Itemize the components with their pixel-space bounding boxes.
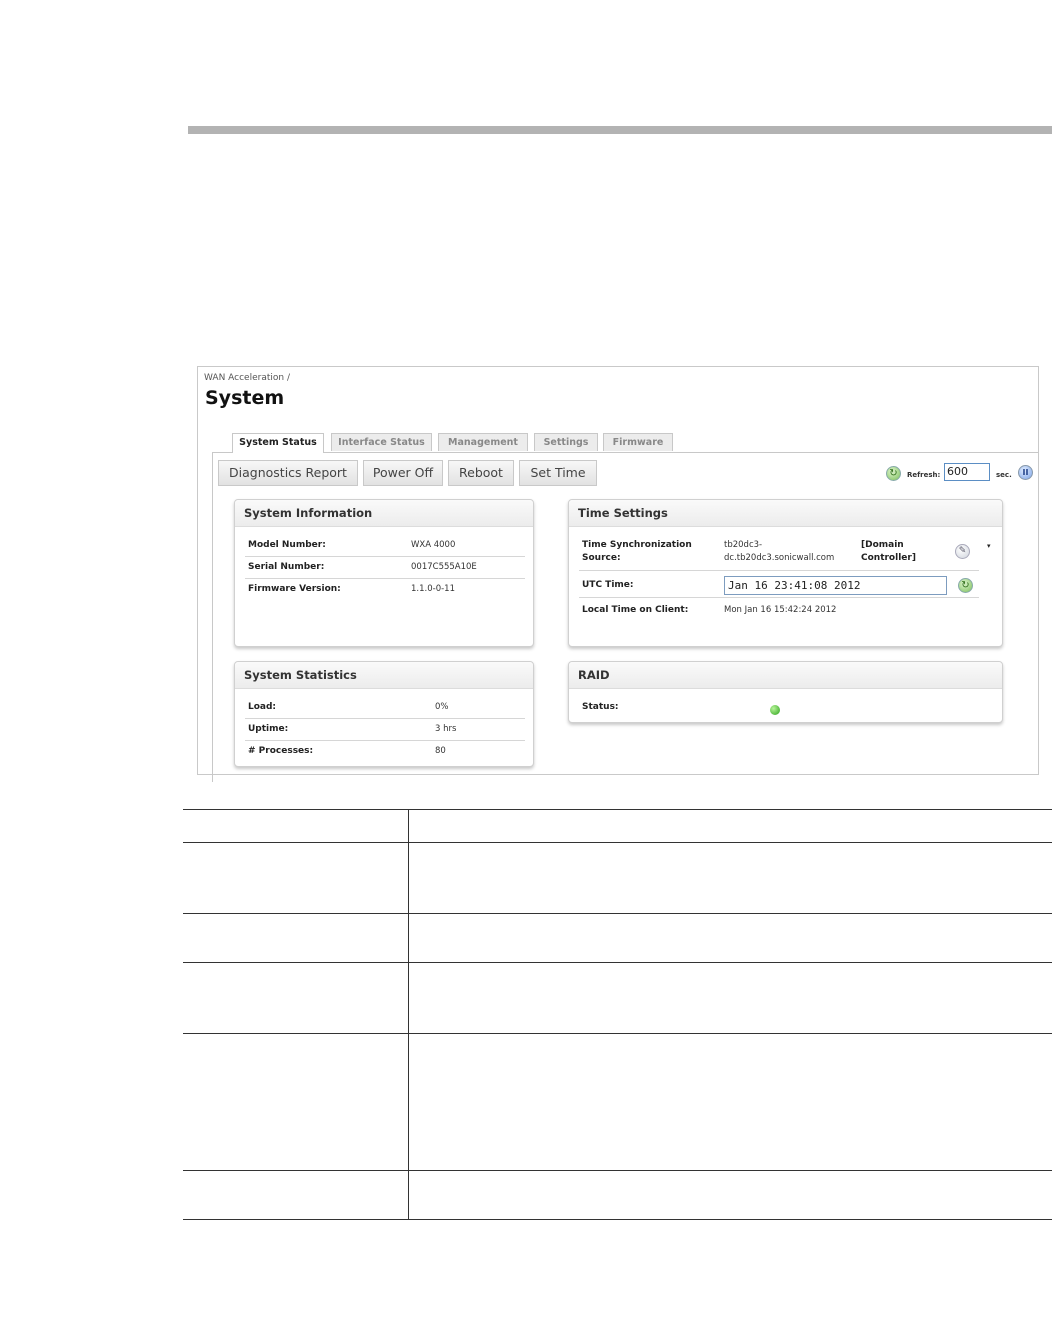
- set-time-button[interactable]: Set Time: [519, 460, 597, 486]
- table-rule: [183, 1219, 1052, 1220]
- row-divider: [245, 578, 525, 579]
- table-rule: [183, 962, 1052, 963]
- model-number-label: Model Number:: [248, 540, 326, 550]
- load-label: Load:: [248, 702, 277, 712]
- time-sync-type-line1: [Domain: [861, 540, 904, 550]
- raid-status-label: Status:: [582, 702, 619, 712]
- time-sync-label-line2: Source:: [582, 553, 621, 563]
- table-rule: [183, 1170, 1052, 1171]
- refresh-unit: sec.: [996, 471, 1012, 479]
- local-time-value: Mon Jan 16 15:42:24 2012: [724, 605, 837, 615]
- time-sync-server-line1: tb20dc3-: [724, 540, 763, 550]
- raid-title: RAID: [569, 662, 1002, 689]
- serial-number-label: Serial Number:: [248, 562, 325, 572]
- system-information-panel: System Information Model Number: WXA 400…: [234, 499, 534, 647]
- edit-icon[interactable]: ✎: [955, 544, 970, 559]
- uptime-label: Uptime:: [248, 724, 289, 734]
- pause-icon[interactable]: II: [1018, 465, 1033, 480]
- row-divider: [245, 556, 525, 557]
- tab-interface-status[interactable]: Interface Status: [331, 433, 432, 451]
- model-number-value: WXA 4000: [411, 540, 456, 550]
- table-column-divider: [408, 809, 409, 1220]
- firmware-version-value: 1.1.0-0-11: [411, 584, 455, 594]
- tab-settings[interactable]: Settings: [534, 433, 598, 451]
- firmware-version-label: Firmware Version:: [248, 584, 341, 594]
- processes-label: # Processes:: [248, 746, 314, 756]
- tab-management[interactable]: Management: [438, 433, 528, 451]
- tab-firmware[interactable]: Firmware: [603, 433, 673, 451]
- refresh-label: Refresh:: [907, 471, 941, 479]
- raid-status-indicator: [770, 705, 780, 715]
- serial-number-value: 0017C555A10E: [411, 562, 477, 572]
- reboot-button[interactable]: Reboot: [448, 460, 514, 486]
- content-frame-left: [212, 452, 213, 782]
- dropdown-arrow-icon[interactable]: ▾: [987, 542, 991, 550]
- row-divider: [579, 597, 979, 598]
- table-rule: [183, 809, 1052, 810]
- time-settings-panel: Time Settings Time Synchronization Sourc…: [568, 499, 1003, 647]
- load-value: 0%: [435, 702, 449, 712]
- refresh-interval-input[interactable]: 600: [944, 463, 990, 481]
- time-settings-title: Time Settings: [569, 500, 1002, 527]
- breadcrumb[interactable]: WAN Acceleration /: [204, 373, 290, 383]
- utc-time-input[interactable]: Jan 16 23:41:08 2012: [724, 576, 947, 595]
- processes-value: 80: [435, 746, 446, 756]
- table-rule: [183, 1033, 1052, 1034]
- row-divider: [245, 718, 525, 719]
- diagnostics-report-button[interactable]: Diagnostics Report: [218, 460, 358, 486]
- row-divider: [245, 740, 525, 741]
- power-off-button[interactable]: Power Off: [363, 460, 443, 486]
- utc-refresh-icon[interactable]: ↻: [958, 578, 973, 593]
- system-statistics-title: System Statistics: [235, 662, 533, 689]
- row-divider: [579, 570, 979, 571]
- table-rule: [183, 913, 1052, 914]
- time-sync-server-line2: dc.tb20dc3.sonicwall.com: [724, 553, 835, 563]
- utc-time-label: UTC Time:: [582, 580, 634, 590]
- table-rule: [183, 842, 1052, 843]
- refresh-icon[interactable]: ↻: [886, 466, 901, 481]
- tab-system-status[interactable]: System Status: [232, 433, 324, 453]
- system-information-title: System Information: [235, 500, 533, 527]
- uptime-value: 3 hrs: [435, 724, 457, 734]
- time-sync-type-line2: Controller]: [861, 553, 916, 563]
- raid-panel: RAID Status:: [568, 661, 1003, 723]
- local-time-label: Local Time on Client:: [582, 605, 689, 615]
- top-rule: [188, 126, 1052, 134]
- time-sync-label-line1: Time Synchronization: [582, 540, 692, 550]
- tab-strip-line: [212, 452, 1038, 453]
- system-statistics-panel: System Statistics Load: 0% Uptime: 3 hrs…: [234, 661, 534, 767]
- system-status-screenshot: WAN Acceleration / System System Status …: [197, 366, 1039, 782]
- page-title: System: [205, 387, 285, 409]
